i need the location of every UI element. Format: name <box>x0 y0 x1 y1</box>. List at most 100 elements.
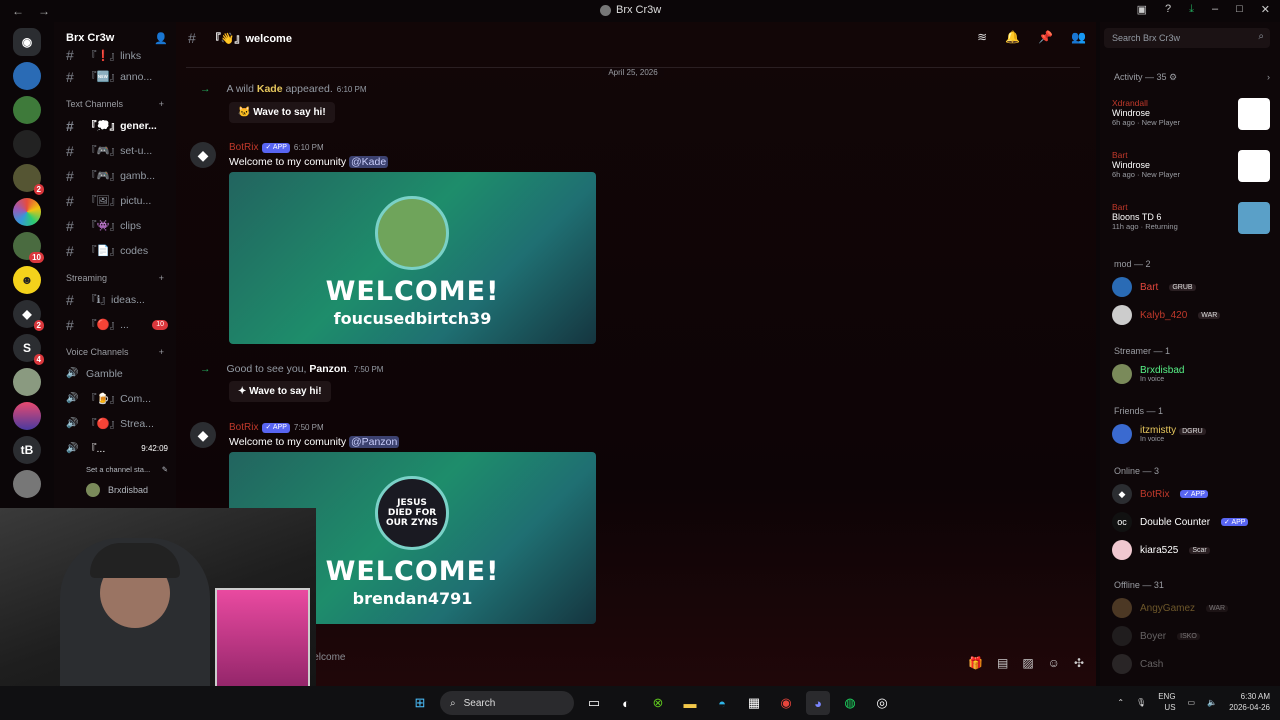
taskbar-search[interactable]: ⌕ Search <box>440 691 574 715</box>
inbox-icon[interactable]: ▣ <box>1137 3 1147 16</box>
forward-icon[interactable]: → <box>38 4 50 18</box>
member-item[interactable]: oc Double Counter ✓ APP <box>1112 510 1272 534</box>
sticker-icon[interactable]: ▨ <box>1022 656 1033 670</box>
server-icon[interactable]: ◆ 2 <box>13 300 44 331</box>
channel-item[interactable]: # 『🆕』anno... <box>54 64 176 89</box>
back-icon[interactable]: ← <box>12 4 24 18</box>
language-indicator[interactable]: ENG US <box>1158 691 1175 713</box>
gift-icon[interactable]: 🎁 <box>968 656 983 670</box>
member-item[interactable]: AngyGamez WAR <box>1112 596 1272 620</box>
voice-channel[interactable]: 🔊 『... 9:42:09 <box>54 436 176 461</box>
file-explorer-icon[interactable]: ▬ <box>678 691 702 715</box>
chrome-icon[interactable]: ◉ <box>774 691 798 715</box>
activity-card[interactable]: Bart Windrose 6h ago · New Player <box>1112 150 1270 190</box>
server-icon[interactable] <box>13 470 41 498</box>
voice-channel[interactable]: 🔊 Gamble <box>54 361 176 386</box>
members-icon[interactable]: 👥 <box>1071 30 1086 44</box>
bot-avatar[interactable]: ◆ <box>190 422 216 448</box>
channel-item[interactable]: # 『🖼』pictu... <box>54 188 176 213</box>
member-item[interactable]: kiara525 Scar <box>1112 538 1272 562</box>
maximize-icon[interactable]: □ <box>1236 3 1243 16</box>
channel-item[interactable]: # 『🎮』set-u... <box>54 138 176 163</box>
voice-user[interactable]: Brxdisbad <box>54 477 176 502</box>
add-member-icon[interactable]: 👤 <box>154 32 168 45</box>
emoji-icon[interactable]: ☺ <box>1048 656 1060 670</box>
volume-icon[interactable]: 🔈 <box>1207 698 1217 707</box>
server-icon[interactable] <box>13 368 41 396</box>
help-icon[interactable]: ? <box>1165 3 1171 16</box>
channel-item[interactable]: # 『🎮』gamb... <box>54 163 176 188</box>
spotify-icon[interactable]: ◍ <box>838 691 862 715</box>
windows-start-icon[interactable]: ⊞ <box>408 691 432 715</box>
member-item[interactable]: ◆ BotRix ✓ APP <box>1112 482 1272 506</box>
activity-card[interactable]: Bart Bloons TD 6 11h ago · Returning <box>1112 202 1270 242</box>
discord-home-icon[interactable]: ◉ <box>13 28 41 56</box>
network-icon[interactable]: ▭ <box>1188 698 1196 707</box>
channel-item[interactable]: # 『❗』links <box>54 46 176 64</box>
author-name[interactable]: BotRix <box>229 142 258 153</box>
member-item[interactable]: itzmistty DGRU In voice <box>1112 422 1272 446</box>
member-item[interactable]: Kalyb_420 WAR <box>1112 303 1272 327</box>
avatar <box>1112 305 1132 325</box>
search-input[interactable]: Search Brx Cr3w ⌕ <box>1104 28 1270 48</box>
steam-icon[interactable]: ◐ <box>614 691 638 715</box>
edge-icon[interactable]: ◓ <box>710 691 734 715</box>
store-icon[interactable]: ▦ <box>742 691 766 715</box>
microphone-icon[interactable]: 🎙 <box>1136 698 1146 707</box>
wave-button[interactable]: ✦ Wave to say hi! <box>229 381 331 402</box>
server-icon[interactable]: tB <box>13 436 41 464</box>
discord-icon[interactable]: ◕ <box>806 691 830 715</box>
category-header[interactable]: Voice Channels + <box>54 337 176 361</box>
activity-header[interactable]: Activity — 35 ⚙ › <box>1114 72 1270 83</box>
channel-item[interactable]: # 『ℹ』ideas... <box>54 287 176 312</box>
xbox-icon[interactable]: ⊗ <box>646 691 670 715</box>
user-mention[interactable]: @Panzon <box>349 436 400 448</box>
category-header[interactable]: Text Channels + <box>54 89 176 113</box>
task-view-icon[interactable]: ▭ <box>582 691 606 715</box>
add-channel-icon[interactable]: + <box>159 99 164 109</box>
channel-item[interactable]: # 『📄』codes <box>54 238 176 263</box>
server-icon[interactable] <box>13 62 41 90</box>
server-icon[interactable] <box>13 198 41 226</box>
member-item[interactable]: Boyer ISKO <box>1112 624 1272 648</box>
server-icon[interactable]: 2 <box>13 164 44 195</box>
chevron-up-icon[interactable]: ⌃ <box>1117 698 1124 707</box>
channel-item[interactable]: # 『💭』gener... <box>54 113 176 138</box>
server-icon[interactable] <box>13 96 41 124</box>
user-mention[interactable]: @Kade <box>349 156 389 168</box>
add-channel-icon[interactable]: + <box>159 273 164 283</box>
server-icon[interactable]: S4 <box>13 334 44 365</box>
threads-icon[interactable]: ≋ <box>977 30 987 44</box>
pencil-icon[interactable]: ✎ <box>162 465 168 474</box>
server-icon[interactable]: ☻ <box>13 266 41 294</box>
channel-status-input[interactable]: Set a channel sta... ✎ <box>54 461 176 477</box>
member-item[interactable]: Bart GRUB <box>1112 275 1272 299</box>
add-channel-icon[interactable]: + <box>159 347 164 357</box>
channel-item[interactable]: # 『🔴』... 10 <box>54 312 176 337</box>
member-item[interactable]: Brxdisbad In voice <box>1112 362 1272 386</box>
bot-avatar[interactable]: ◆ <box>190 142 216 168</box>
author-name[interactable]: BotRix <box>229 422 258 433</box>
voice-channel[interactable]: 🔊 『🔴』Strea... <box>54 411 176 436</box>
close-icon[interactable]: ✕ <box>1261 3 1270 16</box>
minimize-icon[interactable]: – <box>1212 3 1218 16</box>
member-item[interactable]: Cash <box>1112 652 1272 676</box>
server-icon[interactable]: 10 <box>13 232 44 263</box>
server-icon[interactable] <box>13 402 41 430</box>
taskbar-apps: ⊞ ⌕ Search ▭ ◐ ⊗ ▬ ◓ ▦ ◉ ◕ ◍ ◎ <box>408 691 894 715</box>
group-header: Online — 3 <box>1114 466 1160 476</box>
channel-item[interactable]: # 『👾』clips <box>54 213 176 238</box>
gif-icon[interactable]: ▤ <box>997 656 1008 670</box>
download-icon[interactable]: ⤓ <box>1189 3 1194 16</box>
activity-card[interactable]: Xdrandall Windrose 6h ago · New Player <box>1112 98 1270 138</box>
clock[interactable]: 6:30 AM 2026-04-26 <box>1229 691 1270 713</box>
bell-icon[interactable]: 🔔 <box>1005 30 1020 44</box>
server-icon[interactable] <box>13 130 41 158</box>
pin-icon[interactable]: 📌 <box>1038 30 1053 44</box>
apps-icon[interactable]: ✣ <box>1074 656 1084 670</box>
welcome-image[interactable]: WELCOME! foucusedbirtch39 <box>229 172 596 344</box>
wave-button[interactable]: 🐱 Wave to say hi! <box>229 102 335 123</box>
voice-channel[interactable]: 🔊 『🍺』Com... <box>54 386 176 411</box>
category-header[interactable]: Streaming + <box>54 263 176 287</box>
obs-icon[interactable]: ◎ <box>870 691 894 715</box>
